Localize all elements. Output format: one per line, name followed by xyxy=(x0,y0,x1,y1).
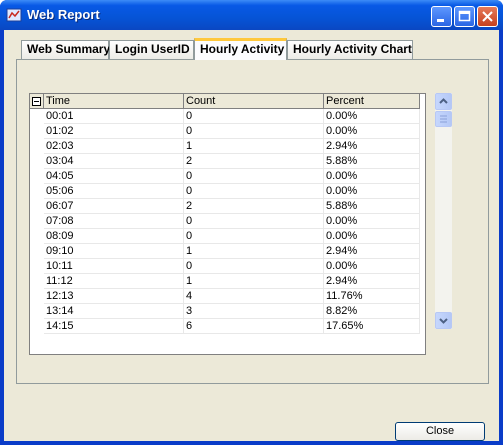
count-cell: 1 xyxy=(184,274,324,289)
percent-cell: 0.00% xyxy=(324,229,420,244)
maximize-icon xyxy=(458,10,471,22)
minimize-icon xyxy=(437,19,444,22)
percent-cell: 11.76% xyxy=(324,289,420,304)
time-cell: 14:15 xyxy=(44,319,184,334)
tab-label: Login UserID xyxy=(115,42,190,56)
table-row[interactable]: 10:11 0 0.00% xyxy=(30,259,420,274)
percent-cell: 0.00% xyxy=(324,259,420,274)
tab-hourly-activity[interactable]: Hourly Activity xyxy=(194,38,287,60)
time-cell: 11:12 xyxy=(44,274,184,289)
time-cell: 08:09 xyxy=(44,229,184,244)
scroll-up-button[interactable] xyxy=(435,93,452,110)
tab-label: Hourly Activity Chart xyxy=(293,42,412,56)
chevron-down-icon xyxy=(439,318,448,324)
count-cell: 0 xyxy=(184,169,324,184)
web-report-window: Web Report Web Summary Login UserID Hour… xyxy=(0,0,503,445)
count-cell: 3 xyxy=(184,304,324,319)
table-row[interactable]: 09:10 1 2.94% xyxy=(30,244,420,259)
percent-cell: 0.00% xyxy=(324,124,420,139)
tab-label: Hourly Activity xyxy=(200,42,285,56)
window-title: Web Report xyxy=(27,7,100,22)
column-header-time[interactable]: Time xyxy=(44,94,184,108)
count-cell: 0 xyxy=(184,214,324,229)
percent-cell: 0.00% xyxy=(324,169,420,184)
table-row[interactable]: 14:15 6 17.65% xyxy=(30,319,420,334)
tab-web-summary[interactable]: Web Summary xyxy=(21,40,111,59)
count-cell: 2 xyxy=(184,199,324,214)
minimize-button[interactable] xyxy=(431,6,452,27)
collapse-cell xyxy=(30,94,44,108)
percent-cell: 2.94% xyxy=(324,244,420,259)
hourly-activity-grid[interactable]: Time Count Percent 00:01 0 0.00% 01:02 0 0.00… xyxy=(29,93,426,355)
chevron-up-icon xyxy=(439,98,448,104)
count-cell: 0 xyxy=(184,259,324,274)
close-icon xyxy=(482,11,493,22)
grid-header: Time Count Percent xyxy=(30,94,420,109)
count-cell: 0 xyxy=(184,229,324,244)
window-close-button[interactable] xyxy=(477,6,498,27)
percent-cell: 5.88% xyxy=(324,199,420,214)
table-row[interactable]: 01:02 0 0.00% xyxy=(30,124,420,139)
time-cell: 09:10 xyxy=(44,244,184,259)
vertical-scrollbar[interactable] xyxy=(435,93,452,329)
time-cell: 10:11 xyxy=(44,259,184,274)
table-row[interactable]: 07:08 0 0.00% xyxy=(30,214,420,229)
count-cell: 1 xyxy=(184,244,324,259)
count-cell: 0 xyxy=(184,184,324,199)
table-row[interactable]: 06:07 2 5.88% xyxy=(30,199,420,214)
close-button[interactable]: Close xyxy=(395,422,485,441)
tab-hourly-activity-chart[interactable]: Hourly Activity Chart xyxy=(287,40,413,59)
time-cell: 13:14 xyxy=(44,304,184,319)
percent-cell: 0.00% xyxy=(324,184,420,199)
table-row[interactable]: 05:06 0 0.00% xyxy=(30,184,420,199)
title-bar[interactable]: Web Report xyxy=(0,0,503,30)
time-cell: 00:01 xyxy=(44,109,184,124)
time-cell: 03:04 xyxy=(44,154,184,169)
percent-cell: 5.88% xyxy=(324,154,420,169)
column-header-percent[interactable]: Percent xyxy=(324,94,420,108)
table-row[interactable]: 00:01 0 0.00% xyxy=(30,109,420,124)
tab-login-userid[interactable]: Login UserID xyxy=(109,40,194,59)
table-row[interactable]: 12:13 4 11.76% xyxy=(30,289,420,304)
time-cell: 02:03 xyxy=(44,139,184,154)
scroll-thumb[interactable] xyxy=(435,111,452,127)
time-cell: 12:13 xyxy=(44,289,184,304)
percent-cell: 0.00% xyxy=(324,214,420,229)
count-cell: 6 xyxy=(184,319,324,334)
time-cell: 06:07 xyxy=(44,199,184,214)
count-cell: 4 xyxy=(184,289,324,304)
time-cell: 07:08 xyxy=(44,214,184,229)
table-row[interactable]: 13:14 3 8.82% xyxy=(30,304,420,319)
window-client: Web Summary Login UserID Hourly Activity… xyxy=(4,30,499,441)
time-cell: 04:05 xyxy=(44,169,184,184)
table-row[interactable]: 11:12 1 2.94% xyxy=(30,274,420,289)
table-row[interactable]: 03:04 2 5.88% xyxy=(30,154,420,169)
app-icon xyxy=(6,8,22,22)
column-header-count[interactable]: Count xyxy=(184,94,324,108)
collapse-icon[interactable] xyxy=(32,97,41,106)
grip-icon xyxy=(440,115,447,123)
table-row[interactable]: 08:09 0 0.00% xyxy=(30,229,420,244)
table-row[interactable]: 04:05 0 0.00% xyxy=(30,169,420,184)
percent-cell: 2.94% xyxy=(324,274,420,289)
count-cell: 0 xyxy=(184,124,324,139)
percent-cell: 2.94% xyxy=(324,139,420,154)
percent-cell: 0.00% xyxy=(324,109,420,124)
maximize-button[interactable] xyxy=(454,6,475,27)
time-cell: 05:06 xyxy=(44,184,184,199)
tab-label: Web Summary xyxy=(27,42,111,56)
scroll-down-button[interactable] xyxy=(435,312,452,329)
time-cell: 01:02 xyxy=(44,124,184,139)
count-cell: 2 xyxy=(184,154,324,169)
count-cell: 1 xyxy=(184,139,324,154)
table-row[interactable]: 02:03 1 2.94% xyxy=(30,139,420,154)
count-cell: 0 xyxy=(184,109,324,124)
percent-cell: 17.65% xyxy=(324,319,420,334)
percent-cell: 8.82% xyxy=(324,304,420,319)
